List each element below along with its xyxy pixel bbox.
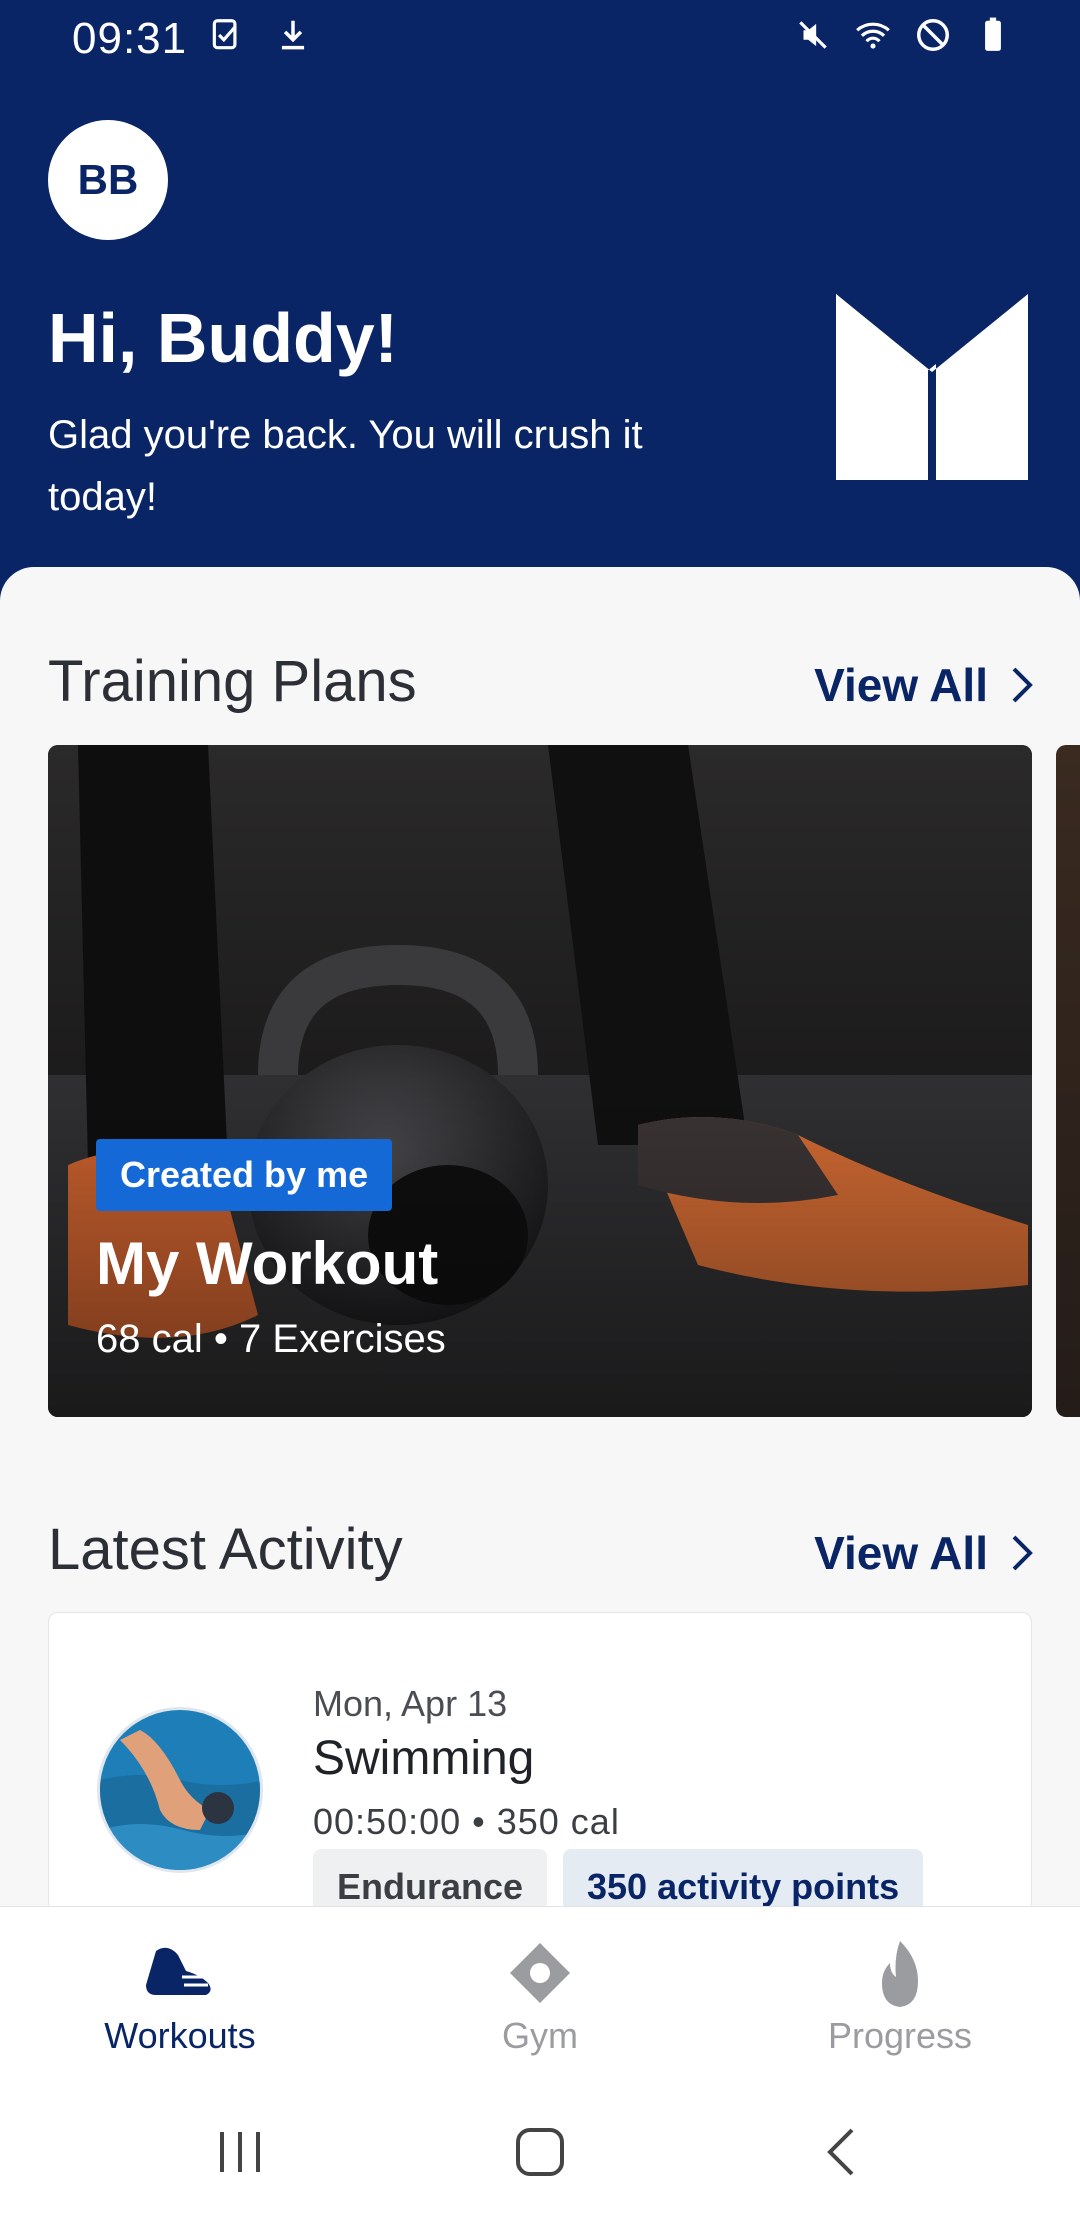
activity-name: Swimming — [313, 1732, 535, 1785]
nav-tab-gym[interactable]: Gym — [410, 1937, 670, 2057]
nav-tab-workouts[interactable]: Workouts — [50, 1937, 310, 2057]
shoe-icon — [146, 1947, 211, 1995]
system-nav-bar — [0, 2070, 1080, 2220]
created-by-me-badge: Created by me — [96, 1139, 393, 1211]
nav-label-progress: Progress — [827, 2015, 973, 2056]
recent-apps-icon[interactable] — [210, 2122, 270, 2182]
chevron-right-icon — [1012, 667, 1033, 703]
back-icon[interactable] — [814, 2122, 874, 2182]
training-plans-view-all-button[interactable]: View All — [814, 658, 1036, 712]
status-time: 09:31 — [72, 14, 188, 63]
training-plans-title: Training Plans — [48, 649, 417, 714]
battery-icon — [985, 17, 1001, 51]
avatar-initials: BB — [77, 156, 139, 203]
next-plan-card-peek[interactable] — [1056, 745, 1080, 1417]
training-plan-card[interactable]: Created by me My Workout 68 cal • 7 Exer… — [48, 745, 1032, 1417]
mute-icon — [799, 21, 827, 49]
activity-card[interactable]: Mon, Apr 13 Swimming 00:50:00 • 350 cal … — [48, 1612, 1032, 1925]
wifi-icon — [856, 22, 890, 49]
chevron-right-icon — [1012, 1535, 1033, 1571]
header: 09:31 BB Hi, Buddy! Glad you're back. Yo… — [0, 0, 1080, 600]
greeting-subtitle: Glad you're back. You will crush it toda… — [48, 413, 643, 519]
brand-logo-icon — [836, 294, 1028, 480]
status-bar: 09:31 — [0, 0, 1080, 72]
view-all-label: View All — [814, 1527, 988, 1579]
nav-label-workouts: Workouts — [104, 2015, 256, 2056]
bottom-nav: Workouts Gym Progress — [0, 1906, 1080, 2070]
view-all-label: View All — [814, 659, 988, 711]
activity-date: Mon, Apr 13 — [313, 1683, 508, 1724]
location-pin-icon — [510, 1943, 570, 2003]
do-not-disturb-icon — [917, 19, 949, 51]
greeting-title: Hi, Buddy! — [48, 299, 398, 377]
plan-title: My Workout — [96, 1230, 439, 1297]
activity-stats: 00:50:00 • 350 cal — [313, 1801, 620, 1842]
nav-label-gym: Gym — [502, 2015, 578, 2056]
download-icon — [281, 20, 305, 50]
nav-tab-progress[interactable]: Progress — [770, 1937, 1030, 2057]
latest-activity-title: Latest Activity — [48, 1517, 403, 1582]
flame-icon — [882, 1941, 918, 2007]
avatar[interactable]: BB — [48, 120, 168, 240]
plan-meta: 68 cal • 7 Exercises — [96, 1317, 446, 1361]
swimming-thumbnail — [97, 1707, 263, 1873]
latest-activity-view-all-button[interactable]: View All — [814, 1526, 1036, 1580]
task-check-icon — [212, 19, 237, 50]
home-icon[interactable] — [510, 2122, 570, 2182]
